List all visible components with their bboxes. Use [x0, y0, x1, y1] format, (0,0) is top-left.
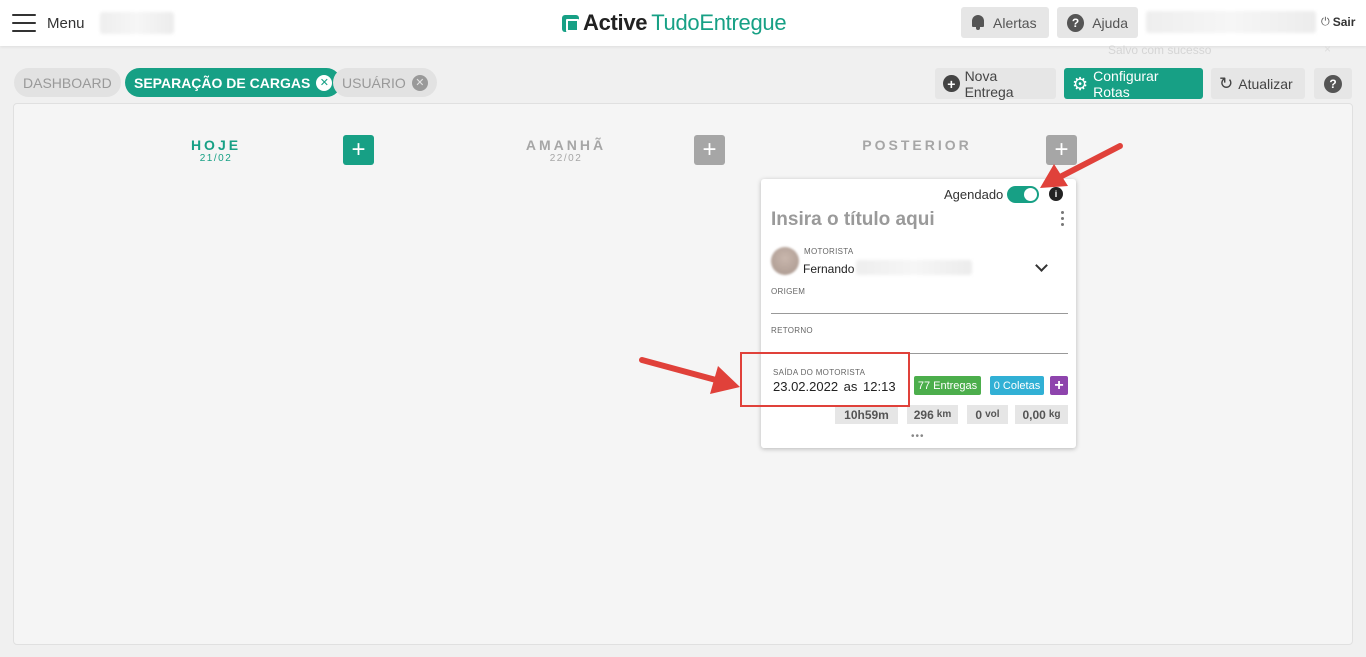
help-button[interactable]: ? Ajuda	[1057, 7, 1138, 38]
hamburger-menu-icon[interactable]	[12, 14, 36, 32]
logout-label: Sair	[1332, 15, 1356, 29]
weight-stat: 0,00 kg	[1015, 405, 1068, 424]
logout-button[interactable]: ⏻ Sair	[1321, 15, 1355, 29]
chevron-down-icon[interactable]	[1035, 259, 1048, 272]
annotation-arrow-toggle	[1040, 143, 1123, 188]
gear-icon: ⚙	[1072, 73, 1089, 94]
tab-dashboard[interactable]: DASHBOARD	[14, 68, 121, 97]
blurred-driver-surname	[856, 260, 972, 275]
help-icon-button[interactable]: ?	[1314, 68, 1352, 99]
column-title-hoje: HOJE	[190, 137, 242, 153]
help-label: Ajuda	[1092, 14, 1128, 31]
driver-label: MOTORISTA	[804, 247, 854, 256]
weight-value: 0,00	[1022, 407, 1046, 422]
origin-label: ORIGEM	[771, 287, 806, 296]
column-date-hoje: 21/02	[199, 153, 233, 164]
plus-circle-icon: +	[943, 75, 960, 92]
highlight-box	[740, 352, 910, 407]
tab-usuario[interactable]: USUÁRIO ✕	[333, 68, 437, 97]
add-route-today-button[interactable]: +	[343, 135, 374, 165]
close-icon[interactable]: ✕	[316, 74, 333, 91]
tab-label: USUÁRIO	[342, 74, 406, 91]
tab-label: SEPARAÇÃO DE CARGAS	[134, 74, 311, 91]
annotation-arrow-departure	[639, 357, 740, 394]
blurred-company-name	[100, 12, 174, 34]
more-options-icon[interactable]	[1061, 211, 1065, 227]
question-icon: ?	[1324, 74, 1342, 93]
add-stop-button[interactable]: +	[1050, 376, 1068, 395]
driver-name[interactable]: Fernando	[803, 262, 854, 276]
pickups-badge[interactable]: 0 Coletas	[990, 376, 1044, 395]
app-logo: Active TudoEntregue	[562, 10, 787, 36]
avatar	[771, 247, 799, 275]
logo-cube-icon	[562, 14, 579, 32]
expand-more-icon[interactable]: •••	[911, 431, 925, 442]
distance-unit: km	[936, 409, 952, 420]
toast-message: Salvo com sucesso	[1108, 43, 1212, 57]
weight-unit: kg	[1048, 409, 1061, 420]
duration-value: 10h59m	[844, 407, 889, 422]
return-label: RETORNO	[771, 326, 813, 335]
alerts-button[interactable]: Alertas	[961, 7, 1049, 38]
scheduled-label: Agendado	[944, 187, 1004, 202]
menu-label[interactable]: Menu	[47, 15, 85, 32]
volume-stat: 0 vol	[967, 405, 1008, 424]
origin-field[interactable]	[771, 313, 1068, 314]
column-title-amanha: AMANHÃ	[525, 137, 607, 153]
route-card[interactable]: Agendado i Insira o título aqui MOTORIST…	[761, 179, 1076, 448]
new-delivery-label: Nova Entrega	[964, 67, 1014, 100]
add-route-tomorrow-button[interactable]: +	[694, 135, 725, 165]
alerts-label: Alertas	[993, 14, 1037, 31]
power-icon: ⏻	[1321, 15, 1330, 28]
top-bar: Menu Active TudoEntregue Alertas ? Ajuda…	[0, 0, 1366, 46]
logo-text-bold: Active	[583, 10, 648, 35]
bell-icon	[971, 15, 985, 30]
deliveries-badge[interactable]: 77 Entregas	[914, 376, 981, 395]
logo-text: TudoEntregue	[651, 10, 787, 35]
refresh-button[interactable]: ↻ Atualizar	[1211, 68, 1305, 99]
configure-routes-button[interactable]: ⚙ Configurar Rotas	[1064, 67, 1203, 100]
configure-routes-label: Configurar Rotas	[1093, 67, 1159, 100]
volume-unit: vol	[985, 409, 1000, 420]
distance-value: 296	[913, 407, 934, 422]
duration-stat: 10h59m	[835, 405, 898, 424]
close-icon[interactable]: ✕	[411, 74, 428, 91]
new-delivery-button[interactable]: + Nova Entrega	[935, 67, 1056, 100]
question-icon: ?	[1067, 13, 1085, 32]
blurred-user-name	[1146, 11, 1316, 33]
refresh-icon: ↻	[1219, 74, 1234, 93]
refresh-label: Atualizar	[1238, 75, 1293, 92]
toast-close-icon[interactable]: ×	[1324, 42, 1331, 56]
tab-separacao-de-cargas[interactable]: SEPARAÇÃO DE CARGAS ✕	[125, 68, 342, 97]
column-title-posterior: POSTERIOR	[862, 137, 972, 153]
tab-label: DASHBOARD	[23, 74, 112, 91]
route-title-input[interactable]: Insira o título aqui	[771, 209, 935, 231]
column-date-amanha: 22/02	[549, 153, 583, 164]
volume-value: 0	[975, 407, 983, 422]
distance-stat: 296 km	[907, 405, 958, 424]
